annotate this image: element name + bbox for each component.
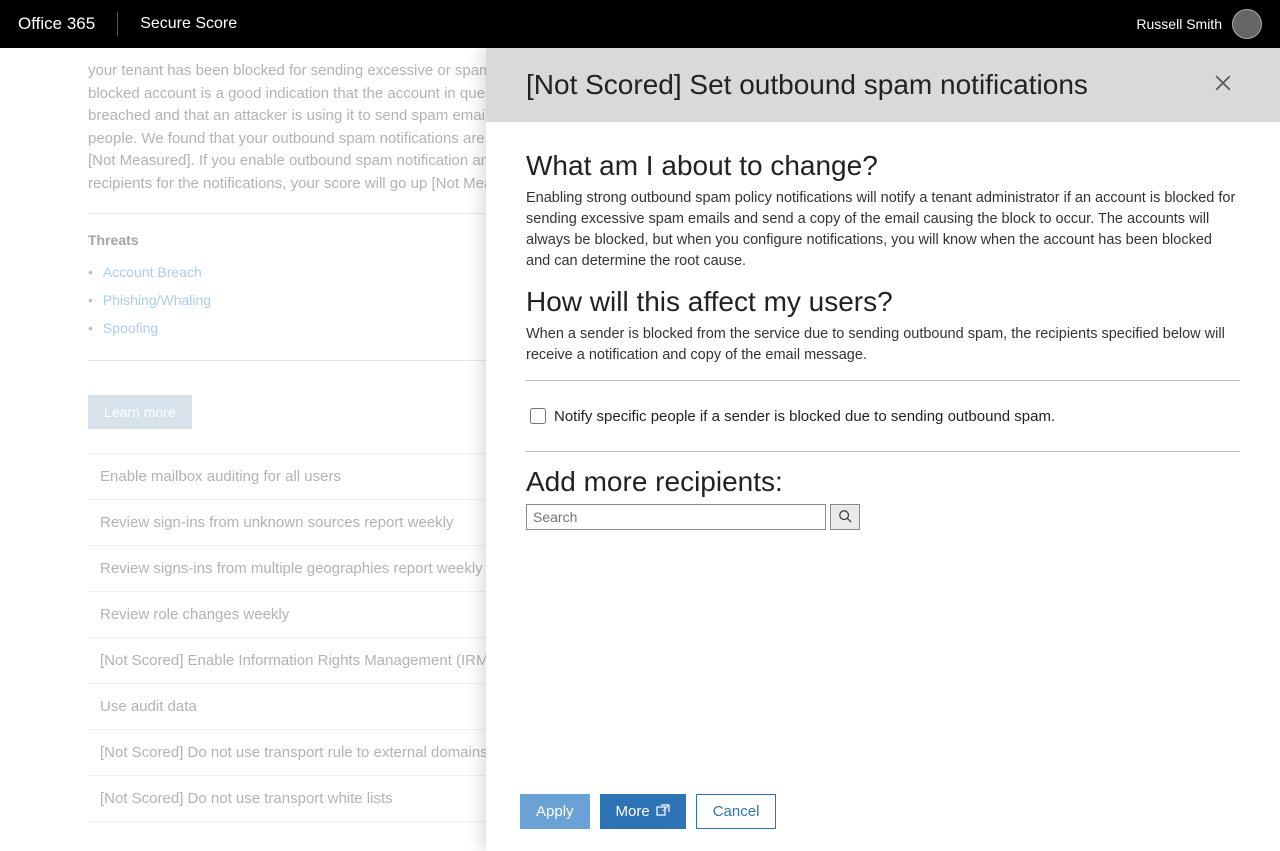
cancel-button[interactable]: Cancel: [696, 794, 777, 829]
apply-button[interactable]: Apply: [520, 794, 590, 829]
section-heading-users: How will this affect my users?: [526, 286, 1240, 318]
notify-checkbox-label: Notify specific people if a sender is bl…: [554, 408, 1055, 425]
search-icon: [838, 509, 852, 526]
section-heading-change: What am I about to change?: [526, 150, 1240, 182]
panel-footer: Apply More Cancel: [486, 780, 1280, 851]
panel-header: [Not Scored] Set outbound spam notificat…: [486, 48, 1280, 122]
section-text-change: Enabling strong outbound spam policy not…: [526, 188, 1240, 272]
top-bar: Office 365 Secure Score Russell Smith: [0, 0, 1280, 48]
more-button-label: More: [616, 803, 650, 820]
external-link-icon: [656, 803, 670, 820]
brand-label[interactable]: Office 365: [18, 12, 118, 36]
user-name[interactable]: Russell Smith: [1136, 16, 1222, 32]
recipient-search-input[interactable]: [526, 504, 826, 530]
notify-checkbox[interactable]: [530, 408, 546, 424]
close-icon[interactable]: [1206, 68, 1240, 102]
avatar[interactable]: [1232, 9, 1262, 39]
details-panel: [Not Scored] Set outbound spam notificat…: [486, 48, 1280, 851]
more-button[interactable]: More: [600, 794, 686, 829]
notify-checkbox-row[interactable]: Notify specific people if a sender is bl…: [526, 395, 1240, 437]
app-name[interactable]: Secure Score: [118, 15, 237, 33]
add-recipients-heading: Add more recipients:: [526, 466, 1240, 498]
panel-title: [Not Scored] Set outbound spam notificat…: [526, 69, 1206, 101]
panel-body: What am I about to change? Enabling stro…: [486, 122, 1280, 780]
search-button[interactable]: [830, 504, 860, 530]
section-text-users: When a sender is blocked from the servic…: [526, 324, 1240, 366]
